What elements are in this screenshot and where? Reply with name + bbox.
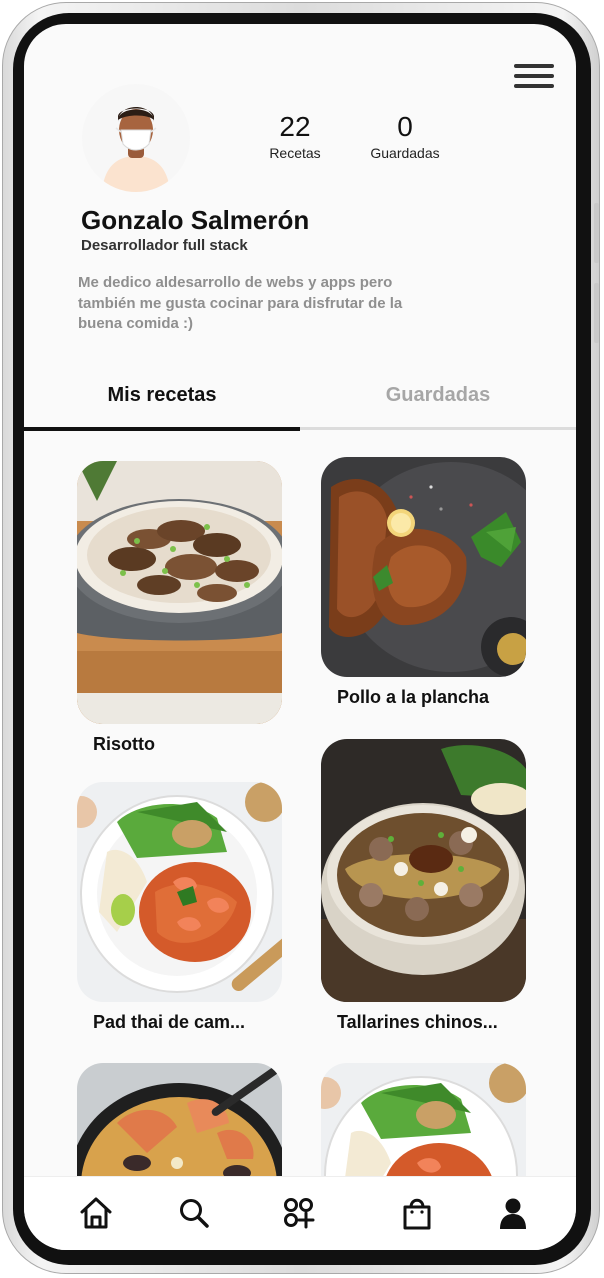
recipe-title: Pollo a la plancha: [337, 687, 490, 707]
recipe-title: Risotto: [93, 734, 155, 754]
bio-line: Me dedico aldesarrollo de webs y apps pe…: [78, 274, 393, 291]
grilled-chicken-photo: [321, 457, 526, 677]
menu-line: [514, 64, 554, 68]
app-screen: 22 Recetas 0 Guardadas Gonzalo Salmerón …: [24, 24, 576, 1250]
menu-line: [514, 84, 554, 88]
recipes-count: 22: [279, 111, 311, 142]
apps-add-icon: [284, 1198, 315, 1229]
nav-profile-button[interactable]: [495, 1195, 531, 1231]
saved-stat[interactable]: 0 Guardadas: [355, 110, 455, 162]
noodle-bowl-photo: [321, 739, 526, 1002]
recipe-image: [77, 461, 282, 724]
recipes-stat[interactable]: 22 Recetas: [245, 110, 345, 162]
profile-role: Desarrollador full stack: [81, 237, 248, 254]
tab-guardadas[interactable]: Guardadas: [300, 367, 576, 427]
masked-person-avatar-icon: [102, 107, 170, 192]
saved-count: 0: [397, 111, 413, 142]
saved-label: Guardadas: [370, 145, 440, 161]
recipe-card-pollo[interactable]: Pollo a la plancha: [321, 457, 526, 708]
profile-avatar[interactable]: [82, 84, 190, 192]
recipe-grid: Risotto Pollo a la plancha Pad thai de c…: [24, 448, 576, 1178]
menu-line: [514, 74, 554, 78]
nav-search-button[interactable]: [176, 1195, 212, 1231]
shopping-bag-icon: [403, 1198, 431, 1230]
recipes-label: Recetas: [269, 145, 321, 161]
shrimp-pad-thai-photo: [321, 1063, 526, 1178]
recipe-card-tallarines[interactable]: Tallarines chinos...: [321, 739, 526, 1033]
shrimp-pad-thai-photo: [77, 782, 282, 1002]
profile-tabs: Mis recetas Guardadas: [24, 367, 576, 431]
recipe-image: [321, 457, 526, 677]
bio-line: también me gusta cocinar para disfrutar …: [78, 294, 403, 312]
recipe-card-pad-thai[interactable]: Pad thai de cam...: [77, 782, 282, 1033]
recipe-card-paella[interactable]: [77, 1063, 282, 1178]
home-icon: [80, 1197, 112, 1229]
active-tab-indicator: [24, 427, 300, 431]
user-icon: [500, 1198, 526, 1229]
volume-button: [594, 203, 599, 263]
bio-line: buena comida :): [78, 315, 194, 332]
recipe-image: [77, 782, 282, 1002]
nav-home-button[interactable]: [78, 1195, 114, 1231]
search-icon: [180, 1199, 209, 1228]
nav-apps-add-button[interactable]: [281, 1195, 317, 1231]
recipe-card-risotto[interactable]: Risotto: [77, 461, 282, 755]
profile-name: Gonzalo Salmerón: [81, 205, 310, 235]
mushroom-risotto-photo: [77, 461, 282, 724]
nav-shopping-bag-button[interactable]: [399, 1195, 435, 1231]
hamburger-menu-button[interactable]: [514, 64, 554, 92]
recipe-image: [77, 1063, 282, 1178]
profile-bio: Me dedico aldesarrollo de webs y apps pe…: [78, 273, 470, 335]
recipe-title: Tallarines chinos...: [337, 1012, 498, 1032]
recipe-image: [321, 1063, 526, 1178]
recipe-title: Pad thai de cam...: [93, 1012, 246, 1032]
seafood-paella-photo: [77, 1063, 282, 1178]
recipe-card-pad-thai-2[interactable]: [321, 1063, 526, 1178]
tab-mis-recetas[interactable]: Mis recetas: [24, 367, 300, 427]
power-button: [594, 283, 599, 343]
bottom-navigation: [24, 1176, 576, 1250]
recipe-image: [321, 739, 526, 1002]
